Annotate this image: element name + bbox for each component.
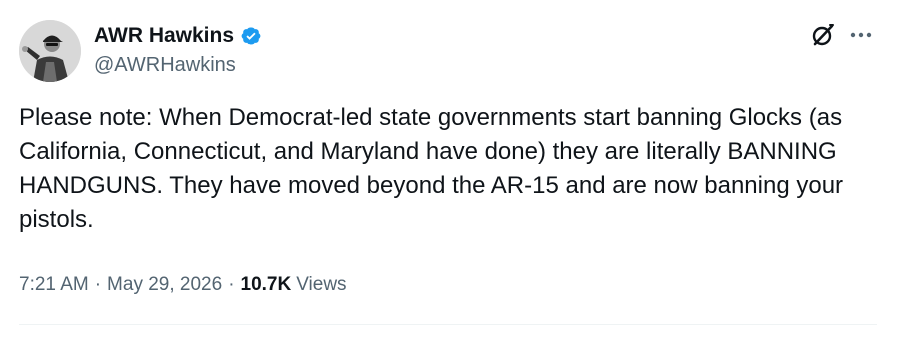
- grok-button[interactable]: [810, 22, 836, 48]
- tweet-card: AWR Hawkins @AWRHawkins Please note: Whe…: [0, 0, 900, 337]
- meta-separator: ·: [94, 274, 102, 295]
- divider: [19, 324, 877, 325]
- tweet-time[interactable]: 7:21 AM: [19, 274, 89, 296]
- views-label: Views: [296, 274, 347, 295]
- views-count: 10.7K: [240, 274, 292, 295]
- more-options-button[interactable]: [846, 22, 876, 48]
- tweet-meta: 7:21 AM · May 29, 2026 · 10.7K Views: [19, 271, 347, 299]
- tweet-date[interactable]: May 29, 2026: [107, 274, 222, 296]
- grok-icon: [812, 24, 834, 46]
- avatar-photo: [19, 20, 81, 82]
- author-name-row: AWR Hawkins: [94, 22, 262, 50]
- tweet-text: Please note: When Democrat-led state gov…: [19, 104, 844, 233]
- meta-separator: ·: [228, 274, 235, 295]
- more-options-icon: [850, 32, 872, 38]
- avatar[interactable]: [19, 20, 81, 82]
- author-handle[interactable]: @AWRHawkins: [94, 52, 236, 78]
- author-display-name[interactable]: AWR Hawkins: [94, 22, 234, 50]
- verified-badge-icon[interactable]: [240, 25, 262, 47]
